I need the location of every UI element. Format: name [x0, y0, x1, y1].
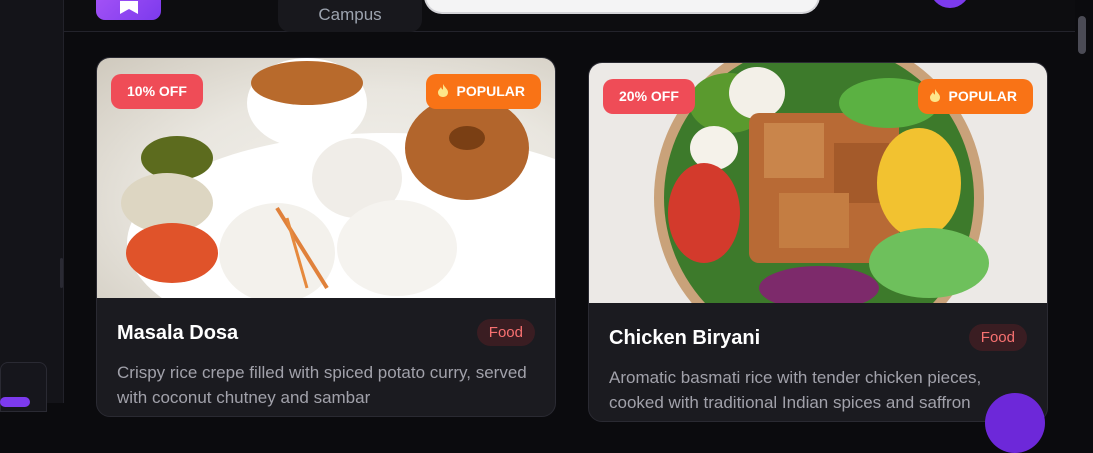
location-label: Campus: [318, 5, 382, 24]
floating-action-button[interactable]: [985, 393, 1045, 453]
popular-badge-label: POPULAR: [456, 83, 525, 99]
sidebar-active-indicator: [0, 397, 30, 407]
product-description: Aromatic basmati rice with tender chicke…: [609, 368, 982, 412]
discount-badge: 10% OFF: [111, 74, 203, 109]
popular-badge: POPULAR: [917, 79, 1033, 114]
resize-handle[interactable]: [60, 258, 63, 288]
product-image: 20% OFF POPULAR: [589, 63, 1047, 303]
discount-badge: 20% OFF: [603, 79, 695, 114]
brand-name: [184, 0, 254, 8]
avatar[interactable]: [930, 0, 970, 8]
flame-icon: [929, 89, 940, 102]
location-selector[interactable]: Campus: [278, 0, 422, 32]
scrollbar-thumb[interactable]: [1078, 16, 1086, 54]
product-name: Masala Dosa: [117, 322, 239, 344]
product-card[interactable]: 20% OFF POPULAR Chicken Biryani Food Aro…: [588, 62, 1048, 422]
category-badge: Food: [968, 324, 1027, 351]
search-input[interactable]: [424, 0, 820, 14]
left-sidebar: [0, 0, 64, 412]
popular-badge-label: POPULAR: [948, 88, 1017, 104]
product-image: 10% OFF POPULAR: [97, 58, 555, 298]
logo-icon[interactable]: [96, 0, 161, 20]
flame-icon: [437, 84, 448, 97]
scrollbar[interactable]: [1075, 0, 1093, 403]
product-name: Chicken Biryani: [609, 327, 761, 349]
top-navbar: Campus: [64, 0, 1093, 32]
category-badge: Food: [476, 319, 535, 346]
product-card[interactable]: 10% OFF POPULAR Masala Dosa Food Crispy …: [96, 57, 556, 417]
popular-badge: POPULAR: [425, 74, 541, 109]
